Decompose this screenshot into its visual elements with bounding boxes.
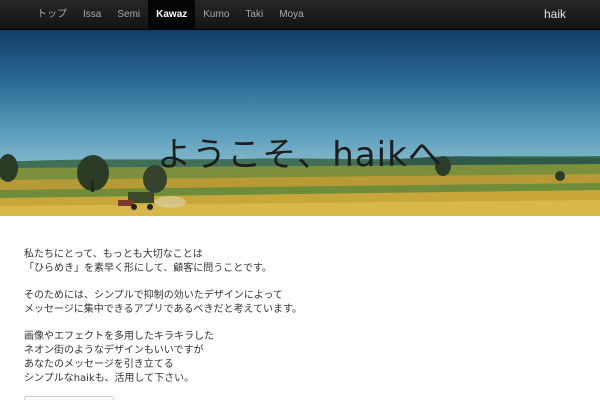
hero-landscape-image: [0, 154, 600, 216]
nav-menu: トップ Issa Semi Kawaz Kumo Taki Moya: [29, 0, 312, 30]
nav-item-taki[interactable]: Taki: [237, 0, 271, 30]
nav-item-kumo[interactable]: Kumo: [195, 0, 237, 30]
haik-line: 画像やエフェクトを多用したキラキラした: [24, 331, 214, 342]
haik-paragraph: 画像やエフェクトを多用したキラキラした ネオン街のようなデザインもいいですが あ…: [24, 330, 564, 386]
hero-title: ようこそ、haikへ: [157, 135, 443, 175]
intro-line: 「ひらめき」を素早く形にして、顧客に問うことです。: [24, 263, 272, 274]
design-paragraph: そのためには、シンプルで抑制の効いたデザインによって メッセージに集中できるアプ…: [24, 289, 564, 317]
nav-item-issa[interactable]: Issa: [75, 0, 109, 30]
haik-line: あなたのメッセージを引き立てる: [24, 359, 174, 370]
brand-link[interactable]: haik: [544, 0, 566, 30]
main-content: 私たちにとって、もっとも大切なことは 「ひらめき」を素早く形にして、顧客に問うこ…: [24, 248, 564, 399]
nav-item-top[interactable]: トップ: [29, 0, 75, 30]
nav-item-kawaz[interactable]: Kawaz: [148, 0, 196, 30]
nav-item-moya[interactable]: Moya: [271, 0, 311, 30]
nav-item-semi[interactable]: Semi: [109, 0, 148, 30]
haik-line: ネオン街のようなデザインもいいですが: [24, 345, 204, 356]
hero-banner: ようこそ、haikへ: [0, 30, 600, 216]
more-button[interactable]: [24, 396, 114, 400]
design-line: そのためには、シンプルで抑制の効いたデザインによって: [24, 290, 283, 301]
top-navbar: トップ Issa Semi Kawaz Kumo Taki Moya haik: [0, 0, 600, 30]
intro-paragraph: 私たちにとって、もっとも大切なことは 「ひらめき」を素早く形にして、顧客に問うこ…: [24, 248, 564, 276]
design-line: メッセージに集中できるアプリであるべきだと考えています。: [24, 304, 302, 315]
intro-line: 私たちにとって、もっとも大切なことは: [24, 249, 203, 260]
haik-line: シンプルなhaikも、活用して下さい。: [24, 373, 195, 384]
